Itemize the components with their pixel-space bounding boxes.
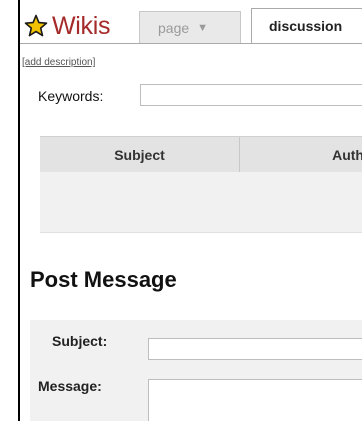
brand[interactable]: Wikis — [24, 11, 111, 41]
column-author[interactable]: Author — [240, 147, 362, 163]
tab-bar: Wikis page ▼ discussion — [20, 8, 362, 44]
tab-discussion[interactable]: discussion — [251, 8, 362, 44]
subject-label: Subject: — [52, 333, 108, 349]
table-header: Subject Author — [40, 136, 362, 173]
message-label: Message: — [38, 378, 102, 394]
add-description-link[interactable]: [add description] — [22, 57, 95, 68]
wiki-panel: Wikis page ▼ discussion [add description… — [18, 0, 362, 421]
message-input[interactable] — [148, 379, 362, 421]
caret-down-icon: ▼ — [197, 21, 209, 34]
tab-divider — [20, 43, 362, 44]
keywords-input[interactable] — [140, 84, 362, 106]
tab-page-label: page — [158, 19, 190, 36]
app-title: Wikis — [52, 12, 111, 40]
column-subject[interactable]: Subject — [40, 137, 240, 173]
post-message-heading: Post Message — [30, 267, 177, 292]
tab-page[interactable]: page ▼ — [139, 11, 241, 43]
tab-discussion-label: discussion — [269, 18, 343, 34]
star-icon — [24, 14, 48, 38]
table-body-empty — [40, 172, 362, 233]
subject-input[interactable] — [148, 338, 362, 360]
keywords-label: Keywords: — [38, 88, 104, 104]
